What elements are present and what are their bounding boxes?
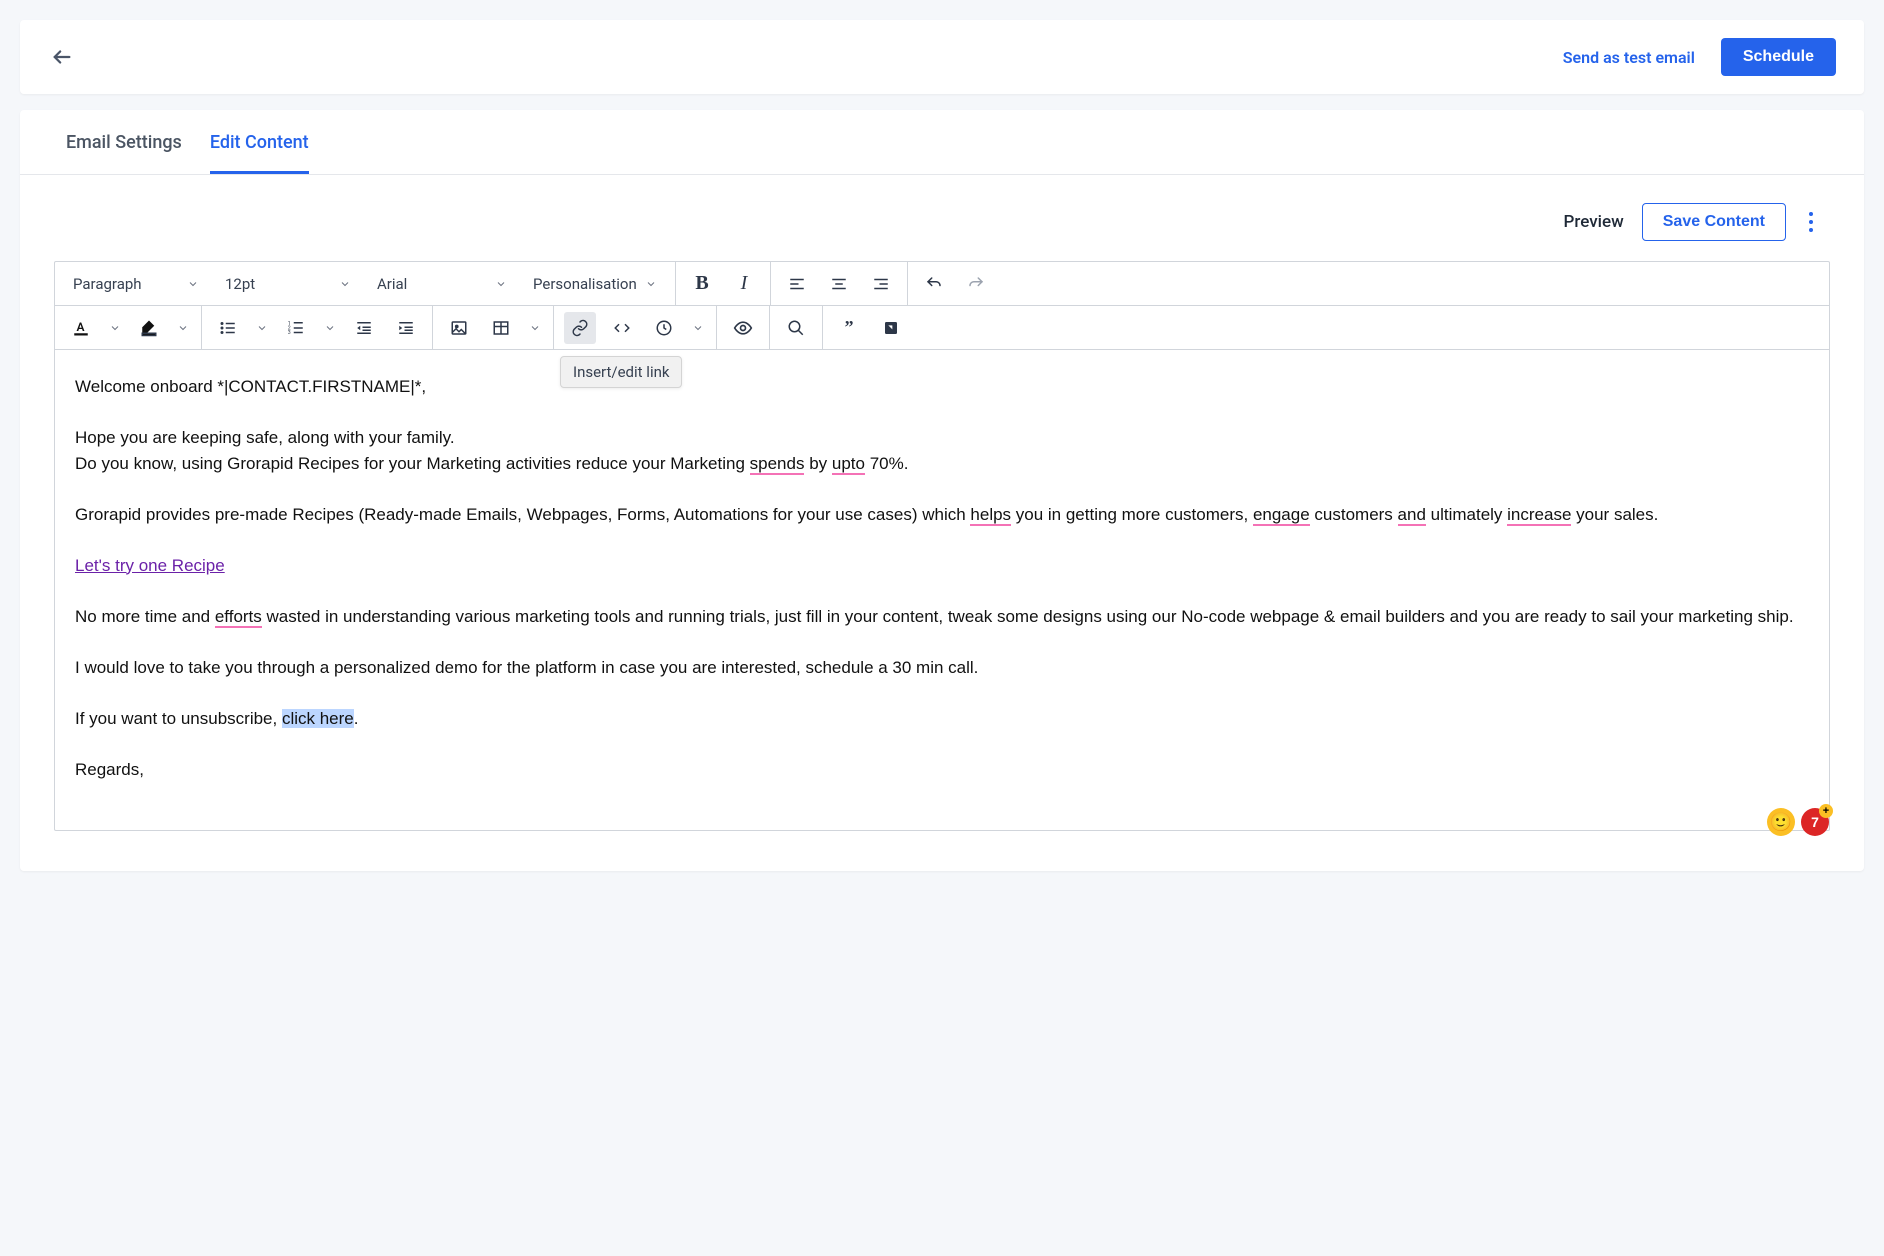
toolbar-row-2: A 123: [55, 306, 1829, 350]
plus-icon: +: [1819, 804, 1833, 818]
tab-email-settings[interactable]: Email Settings: [66, 110, 182, 174]
search-button[interactable]: [780, 312, 812, 344]
block-format-select[interactable]: Paragraph: [65, 269, 207, 299]
body-line: Regards,: [75, 757, 1809, 783]
align-center-button[interactable]: [823, 268, 855, 300]
bullet-list-menu[interactable]: [254, 312, 270, 344]
svg-text:A: A: [77, 320, 85, 334]
table-menu[interactable]: [527, 312, 543, 344]
italic-button[interactable]: I: [728, 268, 760, 300]
editor-body[interactable]: Welcome onboard *|CONTACT.FIRSTNAME|*, H…: [55, 350, 1829, 830]
rich-text-editor: Paragraph 12pt Arial Personalisatio: [54, 261, 1830, 831]
highlight-menu[interactable]: [175, 312, 191, 344]
align-right-button[interactable]: [865, 268, 897, 300]
content-actions: Preview Save Content: [20, 175, 1864, 261]
outdent-button[interactable]: [348, 312, 380, 344]
body-line: No more time and efforts wasted in under…: [75, 604, 1809, 630]
clock-icon-button[interactable]: [648, 312, 680, 344]
tab-edit-content[interactable]: Edit Content: [210, 110, 309, 174]
block-format-value: Paragraph: [73, 275, 142, 293]
highlight-button[interactable]: [133, 312, 165, 344]
selected-text: click here: [282, 709, 354, 728]
emoji-icon[interactable]: 🙂: [1767, 808, 1795, 836]
body-line: Hope you are keeping safe, along with yo…: [75, 425, 1809, 451]
numbered-list-button[interactable]: 123: [280, 312, 312, 344]
more-menu-button[interactable]: [1804, 211, 1818, 233]
table-button[interactable]: [485, 312, 517, 344]
preview-eye-button[interactable]: [727, 312, 759, 344]
personalisation-select[interactable]: Personalisation: [525, 269, 665, 299]
floating-badges: 🙂 7 +: [1767, 808, 1829, 836]
font-family-select[interactable]: Arial: [369, 269, 515, 299]
link-tooltip: Insert/edit link: [560, 356, 682, 388]
notification-badge[interactable]: 7 +: [1801, 808, 1829, 836]
content-card: Email Settings Edit Content Preview Save…: [20, 110, 1864, 871]
redo-button[interactable]: [960, 268, 992, 300]
text-color-button[interactable]: A: [65, 312, 97, 344]
body-line: If you want to unsubscribe, click here.: [75, 706, 1809, 732]
indent-button[interactable]: [390, 312, 422, 344]
insert-link-button[interactable]: Insert/edit link: [564, 312, 596, 344]
blockquote-button[interactable]: ”: [833, 312, 865, 344]
recipe-link[interactable]: Let's try one Recipe: [75, 556, 225, 575]
undo-button[interactable]: [918, 268, 950, 300]
schedule-button[interactable]: Schedule: [1721, 38, 1836, 76]
body-line: Grorapid provides pre-made Recipes (Read…: [75, 502, 1809, 528]
fullscreen-button[interactable]: [875, 312, 907, 344]
font-size-select[interactable]: 12pt: [217, 269, 359, 299]
tabs: Email Settings Edit Content: [20, 110, 1864, 175]
body-line: Do you know, using Grorapid Recipes for …: [75, 451, 1809, 477]
bullet-list-button[interactable]: [212, 312, 244, 344]
body-line: Welcome onboard *|CONTACT.FIRSTNAME|*,: [75, 374, 1809, 400]
font-size-value: 12pt: [225, 275, 255, 293]
body-line: Let's try one Recipe: [75, 553, 1809, 579]
back-button[interactable]: [48, 43, 76, 71]
header-bar: Send as test email Schedule: [20, 20, 1864, 94]
personalisation-label: Personalisation: [533, 275, 637, 293]
numbered-list-menu[interactable]: [322, 312, 338, 344]
image-button[interactable]: [443, 312, 475, 344]
save-content-button[interactable]: Save Content: [1642, 203, 1786, 241]
toolbar-row-1: Paragraph 12pt Arial Personalisatio: [55, 262, 1829, 306]
text-color-menu[interactable]: [107, 312, 123, 344]
preview-button[interactable]: Preview: [1564, 212, 1624, 232]
clock-menu[interactable]: [690, 312, 706, 344]
send-test-email-link[interactable]: Send as test email: [1553, 40, 1705, 75]
align-left-button[interactable]: [781, 268, 813, 300]
font-family-value: Arial: [377, 275, 407, 293]
body-line: I would love to take you through a perso…: [75, 655, 1809, 681]
bold-button[interactable]: B: [686, 268, 718, 300]
svg-text:3: 3: [288, 330, 291, 336]
code-button[interactable]: [606, 312, 638, 344]
